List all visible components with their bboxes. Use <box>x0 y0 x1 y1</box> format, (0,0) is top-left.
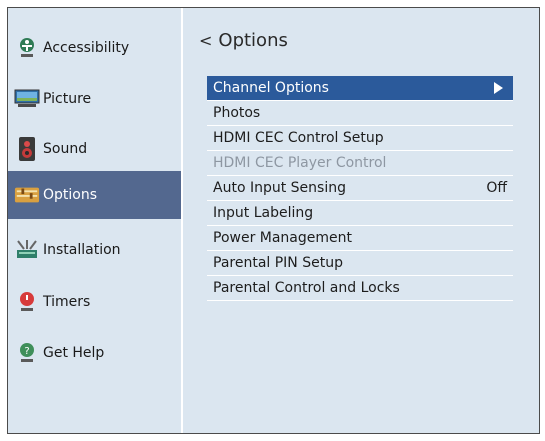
accessibility-icon <box>14 35 40 61</box>
sidebar-item-picture[interactable]: Picture <box>8 75 181 123</box>
back-chevron-icon[interactable]: < <box>199 31 212 50</box>
menu-item-input-labeling[interactable]: Input Labeling <box>207 201 513 226</box>
menu-item-label: Channel Options <box>213 80 329 96</box>
options-menu: Channel Options Photos HDMI CEC Control … <box>207 76 513 301</box>
timers-icon <box>14 289 40 315</box>
menu-item-channel-options[interactable]: Channel Options <box>207 76 513 101</box>
sidebar-item-installation[interactable]: Installation <box>8 226 181 274</box>
menu-item-photos[interactable]: Photos <box>207 101 513 126</box>
menu-item-hdmi-cec-control-setup[interactable]: HDMI CEC Control Setup <box>207 126 513 151</box>
menu-item-parental-pin-setup[interactable]: Parental PIN Setup <box>207 251 513 276</box>
menu-item-power-management[interactable]: Power Management <box>207 226 513 251</box>
installation-icon <box>14 237 40 263</box>
menu-item-label: Photos <box>213 105 261 121</box>
options-panel: < Options Channel Options Photos HDMI CE… <box>183 8 539 433</box>
menu-item-hdmi-cec-player-control: HDMI CEC Player Control <box>207 151 513 176</box>
sidebar: Accessibility Picture Sound Options Inst… <box>8 8 183 433</box>
auto-input-sensing-value: Off <box>486 180 507 196</box>
sidebar-item-sound[interactable]: Sound <box>8 125 181 173</box>
tv-settings-window: Accessibility Picture Sound Options Inst… <box>7 7 540 434</box>
sidebar-item-get-help[interactable]: ? Get Help <box>8 329 181 377</box>
sidebar-item-options[interactable]: Options <box>8 171 181 219</box>
menu-item-label: HDMI CEC Control Setup <box>213 130 384 146</box>
menu-item-label: HDMI CEC Player Control <box>213 155 387 171</box>
sidebar-item-label: Options <box>43 187 98 203</box>
svg-text:?: ? <box>24 346 29 357</box>
help-icon: ? <box>14 340 40 366</box>
sidebar-item-label: Picture <box>43 91 92 107</box>
submenu-arrow-icon <box>494 82 503 94</box>
sidebar-item-label: Sound <box>43 141 88 157</box>
menu-item-label: Power Management <box>213 230 353 246</box>
sidebar-item-label: Timers <box>43 294 91 310</box>
sidebar-item-timers[interactable]: Timers <box>8 278 181 326</box>
page-title: < Options <box>199 30 288 51</box>
sidebar-item-label: Get Help <box>43 345 105 361</box>
picture-icon <box>14 86 40 112</box>
menu-item-auto-input-sensing[interactable]: Auto Input Sensing Off <box>207 176 513 201</box>
sound-icon <box>14 136 40 162</box>
page-title-text: Options <box>218 30 288 51</box>
menu-item-label: Parental PIN Setup <box>213 255 343 271</box>
menu-item-label: Auto Input Sensing <box>213 180 346 196</box>
menu-item-label: Parental Control and Locks <box>213 280 400 296</box>
menu-item-label: Input Labeling <box>213 205 314 221</box>
sidebar-item-accessibility[interactable]: Accessibility <box>8 24 181 72</box>
sidebar-item-label: Installation <box>43 242 121 258</box>
menu-item-parental-control-and-locks[interactable]: Parental Control and Locks <box>207 276 513 301</box>
sidebar-item-label: Accessibility <box>43 40 130 56</box>
options-icon <box>14 182 40 208</box>
